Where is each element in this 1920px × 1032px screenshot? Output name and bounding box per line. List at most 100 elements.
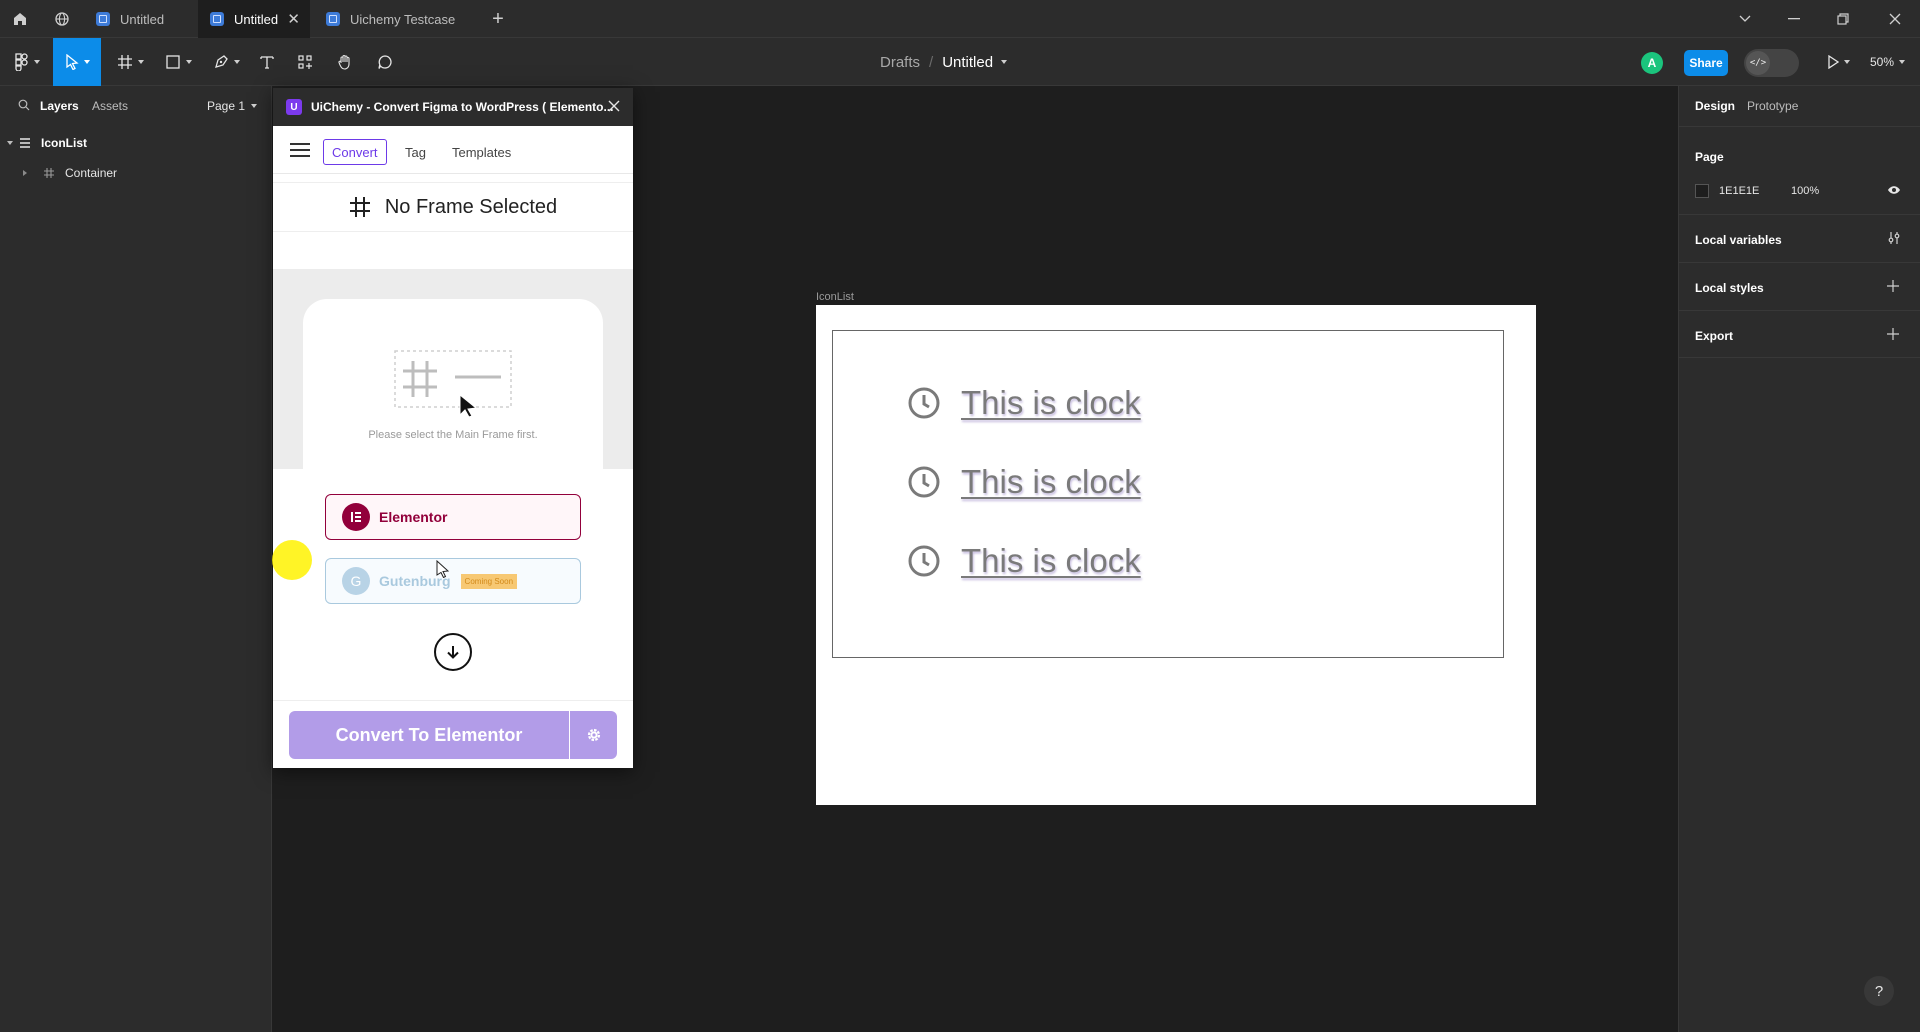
plugin-title: UiChemy - Convert Figma to WordPress ( E… — [311, 100, 614, 114]
list-item[interactable]: This is clock — [907, 539, 1141, 583]
page-color-hex[interactable]: 1E1E1E — [1719, 185, 1759, 197]
comment-tool-button[interactable] — [370, 38, 400, 86]
clock-icon — [908, 387, 940, 419]
tab-untitled-2[interactable]: Untitled ✕ — [198, 0, 310, 38]
elementor-button[interactable]: Elementor — [325, 494, 581, 540]
tab-untitled-1[interactable]: Untitled — [84, 0, 196, 38]
text-tool-button[interactable] — [252, 38, 282, 86]
arrow-down-icon — [447, 646, 459, 659]
elementor-logo-icon — [342, 503, 370, 531]
expand-arrow-icon[interactable] — [22, 169, 28, 177]
community-globe-icon[interactable] — [42, 0, 82, 38]
preview-hint: Please select the Main Frame first. — [368, 429, 538, 441]
gutenberg-logo-icon: G — [342, 567, 370, 595]
figma-file-icon — [326, 12, 340, 26]
iconlist-frame[interactable]: This is clock This is clock This is cloc… — [816, 305, 1536, 805]
export-section: Export — [1679, 310, 1920, 358]
pen-icon — [214, 55, 228, 68]
plugin-footer: Convert To Elementor — [273, 700, 633, 768]
add-style-plus-icon[interactable] — [1887, 280, 1899, 292]
frame-tool-button[interactable] — [110, 38, 150, 86]
resources-tool-button[interactable] — [290, 38, 320, 86]
uichemy-plugin-window: U UiChemy - Convert Figma to WordPress (… — [273, 88, 633, 768]
gear-icon — [587, 728, 600, 742]
list-item[interactable]: This is clock — [907, 460, 1141, 504]
local-styles-title: Local styles — [1695, 281, 1764, 295]
right-panel-tabs: Design Prototype — [1679, 86, 1920, 126]
help-button[interactable]: ? — [1864, 976, 1894, 1006]
page-selector[interactable]: Page 1 — [207, 99, 258, 113]
frame-hash-icon — [117, 55, 132, 69]
new-tab-plus-icon[interactable]: + — [478, 0, 518, 38]
list-item[interactable]: This is clock — [907, 381, 1141, 425]
tab-layers[interactable]: Layers — [40, 99, 79, 113]
avatar[interactable]: A — [1641, 52, 1663, 74]
hand-tool-button[interactable] — [330, 38, 360, 86]
click-indicator — [272, 540, 312, 580]
coming-soon-badge: Coming Soon — [460, 573, 518, 589]
tab-convert[interactable]: Convert — [323, 139, 387, 165]
preview-card: Please select the Main Frame first. — [303, 299, 603, 499]
move-tool-button[interactable] — [53, 38, 101, 86]
cursor-arrow-icon — [65, 54, 79, 70]
gutenberg-button[interactable]: G Gutenburg Coming Soon — [325, 558, 581, 604]
tab-label: Untitled — [120, 11, 165, 27]
page-selector-label: Page 1 — [207, 99, 246, 113]
layer-row-iconlist[interactable]: IconList — [0, 128, 272, 158]
convert-to-elementor-button[interactable]: Convert To Elementor — [289, 711, 569, 759]
code-brackets-icon: </> — [1746, 51, 1770, 75]
close-tab-icon[interactable]: ✕ — [287, 10, 300, 28]
main-menu-button[interactable] — [10, 38, 44, 86]
text-t-icon — [260, 56, 274, 69]
dev-mode-toggle[interactable]: </> — [1744, 49, 1799, 77]
layer-row-container[interactable]: Container — [0, 158, 272, 188]
hand-icon — [338, 54, 350, 70]
home-icon[interactable] — [0, 0, 40, 38]
hamburger-menu-icon[interactable] — [290, 143, 310, 157]
list-item-label: This is clock — [961, 463, 1141, 500]
close-window-icon[interactable] — [1870, 0, 1920, 38]
frame-hash-icon — [349, 197, 370, 217]
tab-templates[interactable]: Templates — [444, 139, 519, 165]
figma-file-icon — [210, 12, 224, 26]
add-export-plus-icon[interactable] — [1887, 328, 1899, 340]
local-styles-section: Local styles — [1679, 262, 1920, 310]
variables-sliders-icon[interactable] — [1887, 231, 1901, 245]
tab-prototype[interactable]: Prototype — [1747, 99, 1798, 113]
rectangle-icon — [165, 55, 180, 69]
page-opacity[interactable]: 100% — [1791, 185, 1819, 197]
close-icon[interactable] — [607, 99, 621, 113]
zoom-menu[interactable]: 50% — [1870, 38, 1906, 86]
elementor-label: Elementor — [379, 509, 448, 525]
settings-button[interactable] — [570, 711, 617, 759]
tab-design[interactable]: Design — [1695, 99, 1735, 113]
frame-label[interactable]: IconList — [816, 291, 854, 303]
present-button[interactable] — [1818, 38, 1858, 86]
collapse-arrow-icon[interactable] — [6, 139, 14, 147]
scroll-down-button[interactable] — [434, 633, 472, 671]
tabs-dropdown-chevron-icon[interactable] — [1720, 0, 1770, 38]
pen-tool-button[interactable] — [206, 38, 246, 86]
container-frame[interactable]: This is clock This is clock This is cloc… — [832, 330, 1504, 658]
tab-uichemy-testcase[interactable]: Uichemy Testcase — [314, 0, 484, 38]
eye-icon[interactable] — [1887, 184, 1901, 196]
cursor-arrow-icon — [459, 394, 478, 418]
comment-bubble-icon — [378, 55, 392, 69]
breadcrumb-drafts-link[interactable]: Drafts — [880, 54, 920, 71]
tab-assets[interactable]: Assets — [92, 99, 128, 113]
breadcrumb-separator: / — [929, 53, 934, 71]
clock-icon — [908, 466, 940, 498]
share-button[interactable]: Share — [1684, 50, 1728, 76]
frame-hash-icon — [44, 168, 54, 178]
figma-logo-icon — [14, 53, 28, 71]
file-name-menu[interactable]: Untitled — [942, 54, 993, 71]
search-icon[interactable] — [18, 99, 30, 111]
minimize-icon[interactable] — [1769, 0, 1819, 38]
shape-tool-button[interactable] — [158, 38, 198, 86]
restore-icon[interactable] — [1818, 0, 1868, 38]
mouse-cursor-icon — [436, 560, 450, 578]
tab-tag[interactable]: Tag — [397, 139, 434, 165]
layer-label: Container — [65, 166, 118, 180]
page-color-swatch[interactable] — [1695, 184, 1709, 198]
zoom-level: 50% — [1870, 55, 1895, 69]
